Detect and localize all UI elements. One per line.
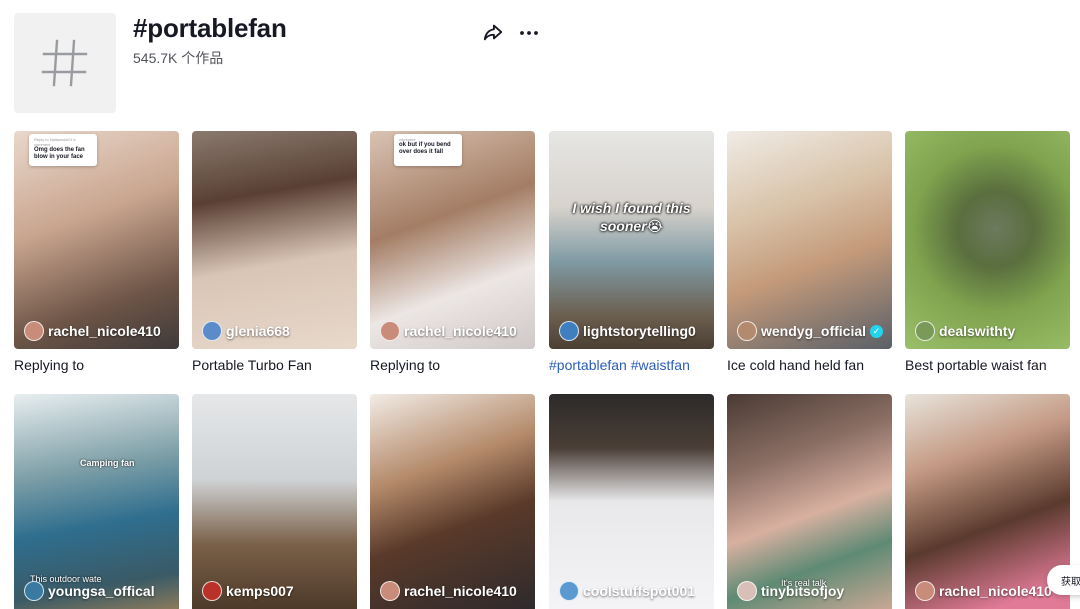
avatar xyxy=(202,581,222,601)
video-card[interactable]: I wish I found this sooner😭 lightstoryte… xyxy=(549,131,714,375)
video-thumbnail[interactable]: wendyg_official ✓ xyxy=(727,131,892,349)
video-caption[interactable]: Replying to xyxy=(14,355,179,375)
bubble-text: Omg does the fan blow in your face xyxy=(34,147,85,160)
video-thumbnail[interactable]: It's real talk tinybitsofjoy xyxy=(727,394,892,609)
video-author: rachel_nicole410 xyxy=(24,321,161,341)
video-card[interactable]: Camping fan This outdoor wate youngsa_of… xyxy=(14,394,179,609)
avatar xyxy=(915,581,935,601)
avatar xyxy=(24,321,44,341)
avatar xyxy=(380,581,400,601)
author-name: rachel_nicole410 xyxy=(48,323,161,339)
video-author: rachel_nicole410 xyxy=(380,581,517,601)
author-name: rachel_nicole410 xyxy=(404,583,517,599)
verified-badge-icon: ✓ xyxy=(870,324,884,338)
page-title: #portablefan xyxy=(133,13,287,43)
video-author: coolstuffspot001 xyxy=(559,581,695,601)
video-author: tinybitsofjoy xyxy=(737,581,844,601)
author-name: youngsa_offical xyxy=(48,583,155,599)
author-name: rachel_nicole410 xyxy=(404,323,517,339)
video-author: dealswithty xyxy=(915,321,1015,341)
avatar xyxy=(915,321,935,341)
video-card[interactable]: comment ok but if you bend over does it … xyxy=(370,131,535,375)
author-name: glenia668 xyxy=(226,323,290,339)
video-author: glenia668 xyxy=(202,321,290,341)
video-author: rachel_nicole410 xyxy=(380,321,517,341)
video-card[interactable]: kemps007 xyxy=(192,394,357,609)
video-thumbnail[interactable]: rachel_nicole410 xyxy=(905,394,1070,609)
video-overlay-text: I wish I found this sooner😭 xyxy=(572,200,691,234)
video-card[interactable]: rachel_nicole410 xyxy=(905,394,1070,609)
share-button[interactable] xyxy=(482,21,506,45)
video-card[interactable]: dealswithty Best portable waist fan xyxy=(905,131,1070,375)
avatar xyxy=(380,321,400,341)
video-card[interactable]: glenia668 Portable Turbo Fan xyxy=(192,131,357,375)
avatar xyxy=(24,581,44,601)
video-card[interactable]: wendyg_official ✓ Ice cold hand held fan xyxy=(727,131,892,375)
author-name: tinybitsofjoy xyxy=(761,583,845,599)
bubble-text: ok but if you bend over does it fall xyxy=(399,142,451,155)
video-card[interactable]: rachel_nicole410 xyxy=(370,394,535,609)
video-thumbnail[interactable]: I wish I found this sooner😭 lightstoryte… xyxy=(549,131,714,349)
video-caption[interactable]: Portable Turbo Fan xyxy=(192,355,357,375)
video-author: lightstorytelling0 xyxy=(559,321,696,341)
author-name: wendyg_official xyxy=(761,323,867,339)
video-caption[interactable]: Replying to xyxy=(370,355,535,375)
reply-bubble: Reply to Nailawoke01's comment Omg does … xyxy=(29,134,97,166)
hashtag-avatar xyxy=(14,13,116,113)
avatar xyxy=(202,321,222,341)
hashtag-icon xyxy=(41,39,88,87)
author-name: kemps007 xyxy=(226,583,294,599)
author-name: coolstuffspot001 xyxy=(583,583,696,599)
author-name: rachel_nicole410 xyxy=(939,583,1052,599)
video-author: rachel_nicole410 xyxy=(915,581,1052,601)
video-caption[interactable]: #portablefan #waistfan xyxy=(549,355,714,375)
avatar xyxy=(559,321,579,341)
hashtag-header: #portablefan 545.7K 个作品 xyxy=(14,13,1080,113)
product-box-label: Camping fan xyxy=(80,458,135,468)
video-thumbnail[interactable]: Reply to Nailawoke01's comment Omg does … xyxy=(14,131,179,349)
video-caption[interactable]: Best portable waist fan xyxy=(905,355,1070,375)
video-count: 545.7K 个作品 xyxy=(133,50,224,66)
avatar xyxy=(559,581,579,601)
share-icon xyxy=(483,24,503,41)
more-options-button[interactable] xyxy=(517,21,541,45)
video-caption[interactable]: Ice cold hand held fan xyxy=(727,355,892,375)
video-thumbnail[interactable]: dealswithty xyxy=(905,131,1070,349)
video-thumbnail[interactable]: glenia668 xyxy=(192,131,357,349)
get-app-button[interactable]: 获取 xyxy=(1047,565,1080,595)
video-author: kemps007 xyxy=(202,581,294,601)
avatar xyxy=(737,321,757,341)
video-thumbnail[interactable]: Camping fan This outdoor wate youngsa_of… xyxy=(14,394,179,609)
video-card[interactable]: It's real talk tinybitsofjoy xyxy=(727,394,892,609)
video-author: youngsa_offical xyxy=(24,581,155,601)
video-thumbnail[interactable]: comment ok but if you bend over does it … xyxy=(370,131,535,349)
video-thumbnail[interactable]: coolstuffspot001 xyxy=(549,394,714,609)
video-thumbnail[interactable]: kemps007 xyxy=(192,394,357,609)
video-author: wendyg_official ✓ xyxy=(737,321,884,341)
author-name: lightstorytelling0 xyxy=(583,323,696,339)
video-card[interactable]: Reply to Nailawoke01's comment Omg does … xyxy=(14,131,179,375)
video-thumbnail[interactable]: rachel_nicole410 xyxy=(370,394,535,609)
reply-bubble: comment ok but if you bend over does it … xyxy=(394,134,462,166)
more-icon xyxy=(520,31,538,35)
bubble-meta: Reply to Nailawoke01's comment xyxy=(34,137,76,147)
avatar xyxy=(737,581,757,601)
video-card[interactable]: coolstuffspot001 xyxy=(549,394,714,609)
author-name: dealswithty xyxy=(939,323,1016,339)
